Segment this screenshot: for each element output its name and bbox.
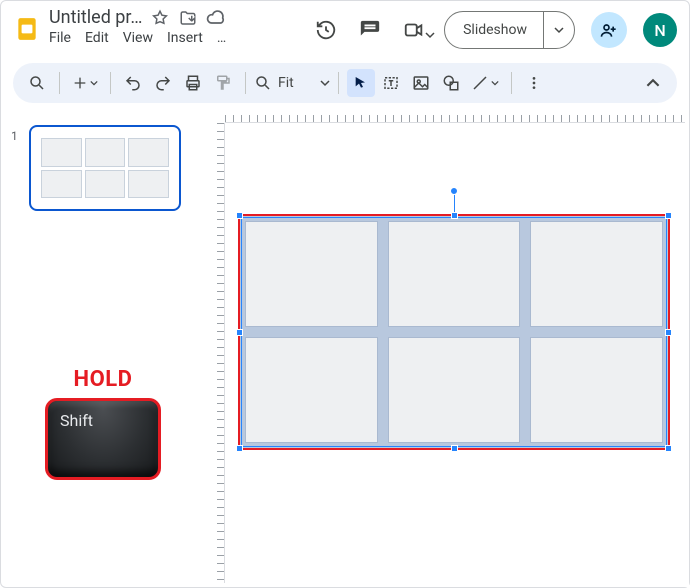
share-button[interactable]	[591, 12, 627, 48]
table-object[interactable]	[239, 215, 669, 449]
meet-icon[interactable]	[400, 16, 428, 44]
comments-icon[interactable]	[356, 16, 384, 44]
new-slide-button[interactable]	[68, 69, 102, 97]
redo-button[interactable]	[149, 69, 177, 97]
image-tool[interactable]	[407, 69, 435, 97]
toolbar: Fit	[13, 63, 677, 103]
annotation-overlay: HOLD Shift	[39, 367, 167, 480]
search-menus-icon[interactable]	[23, 69, 51, 97]
resize-handle[interactable]	[236, 329, 243, 336]
zoom-label: Fit	[278, 75, 314, 91]
resize-handle[interactable]	[451, 212, 458, 219]
shape-tool[interactable]	[437, 69, 465, 97]
cloud-status-icon[interactable]	[206, 8, 226, 28]
menu-file[interactable]: File	[49, 30, 71, 46]
menu-bar: File Edit View Insert …	[49, 30, 226, 46]
canvas-area	[197, 105, 689, 587]
table-cell[interactable]	[530, 337, 663, 443]
star-icon[interactable]	[150, 8, 170, 28]
table-cell[interactable]	[245, 337, 378, 443]
hold-label: HOLD	[39, 367, 167, 392]
resize-handle[interactable]	[236, 212, 243, 219]
resize-handle[interactable]	[665, 212, 672, 219]
account-avatar[interactable]: N	[643, 13, 677, 47]
table-cell[interactable]	[388, 221, 521, 327]
slideshow-button[interactable]: Slideshow	[444, 11, 575, 49]
line-tool[interactable]	[467, 69, 503, 97]
select-tool[interactable]	[347, 69, 375, 97]
slides-logo[interactable]	[9, 11, 45, 47]
slide-thumbnail[interactable]	[29, 125, 181, 211]
menu-insert[interactable]: Insert	[167, 30, 203, 46]
table-cell[interactable]	[245, 221, 378, 327]
move-to-folder-icon[interactable]	[178, 8, 198, 28]
workspace: 1	[1, 105, 689, 587]
slideshow-dropdown[interactable]	[544, 25, 574, 35]
slideshow-label: Slideshow	[445, 22, 543, 38]
textbox-tool[interactable]	[377, 69, 405, 97]
resize-handle[interactable]	[665, 329, 672, 336]
vertical-ruler[interactable]	[207, 123, 225, 583]
document-title[interactable]: Untitled pr…	[49, 7, 142, 28]
collapse-toolbar-icon[interactable]	[639, 69, 667, 97]
table-cell[interactable]	[530, 221, 663, 327]
more-tools-icon[interactable]	[520, 69, 548, 97]
resize-handle[interactable]	[451, 445, 458, 452]
menu-edit[interactable]: Edit	[85, 30, 109, 46]
undo-button[interactable]	[119, 69, 147, 97]
app-header: Untitled pr… File Edit View Insert …	[1, 1, 689, 57]
resize-handle[interactable]	[236, 445, 243, 452]
filmstrip[interactable]: 1	[1, 105, 197, 587]
slide-canvas[interactable]	[225, 123, 685, 583]
shift-key-graphic: Shift	[45, 398, 161, 480]
horizontal-ruler[interactable]	[225, 105, 685, 123]
resize-handle[interactable]	[665, 445, 672, 452]
key-label: Shift	[60, 411, 93, 430]
paint-format-button[interactable]	[209, 69, 237, 97]
version-history-icon[interactable]	[312, 16, 340, 44]
menu-more[interactable]: …	[217, 30, 226, 46]
print-button[interactable]	[179, 69, 207, 97]
table-cell[interactable]	[388, 337, 521, 443]
rotation-handle[interactable]	[450, 187, 458, 195]
menu-view[interactable]: View	[123, 30, 153, 46]
zoom-control[interactable]: Fit	[254, 74, 330, 92]
slide-number: 1	[11, 129, 18, 143]
